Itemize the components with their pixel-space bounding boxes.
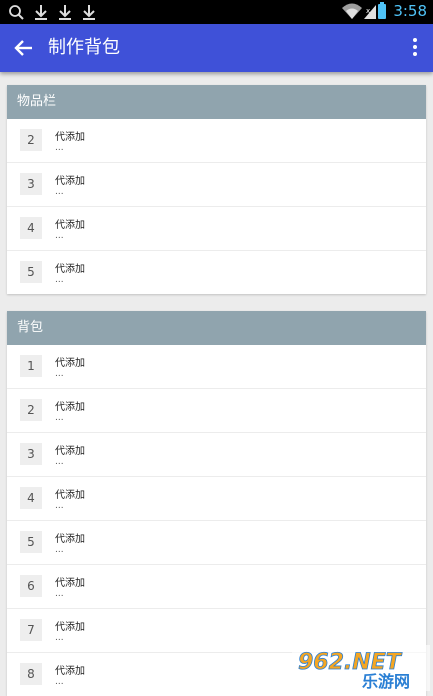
arrow-left-icon[interactable]: [12, 36, 36, 60]
notification-icons: [6, 3, 102, 21]
section-header: 背包: [7, 311, 426, 345]
item-name: 代添加: [55, 666, 85, 677]
list-item[interactable]: 3 代添加 ...: [7, 163, 426, 207]
backpack-card: 背包 1 代添加 ... 2 代添加 ... 3 代添加 ... 4 代添加 .…: [7, 311, 426, 696]
item-name: 代添加: [55, 490, 85, 501]
item-subtitle: ...: [55, 413, 64, 423]
item-name: 代添加: [55, 220, 85, 231]
item-name: 代添加: [55, 402, 85, 413]
item-subtitle: ...: [55, 501, 64, 511]
app-bar: 制作背包: [0, 24, 433, 72]
item-subtitle: ...: [55, 457, 64, 467]
item-name: 代添加: [55, 176, 85, 187]
watermark-logo-icon: 962.NET 乐游网: [298, 650, 410, 691]
clock-text: 3:58: [393, 2, 427, 20]
signal-icon: x: [364, 5, 377, 19]
item-subtitle: ...: [55, 143, 64, 153]
item-subtitle: ...: [55, 231, 64, 241]
slot-number: 8: [20, 663, 42, 685]
list-item[interactable]: 2 代添加 ...: [7, 119, 426, 163]
slot-number: 7: [20, 619, 42, 641]
slot-number: 2: [20, 129, 42, 151]
list-item[interactable]: 4 代添加 ...: [7, 207, 426, 251]
item-subtitle: ...: [55, 589, 64, 599]
list-item[interactable]: 2 代添加 ...: [7, 389, 426, 433]
item-name: 代添加: [55, 534, 85, 545]
item-subtitle: ...: [55, 677, 64, 687]
slot-number: 6: [20, 575, 42, 597]
list-item[interactable]: 4 代添加 ...: [7, 477, 426, 521]
item-subtitle: ...: [55, 187, 64, 197]
list-item[interactable]: 6 代添加 ...: [7, 565, 426, 609]
status-bar: x 3:58: [0, 0, 433, 24]
item-subtitle: ...: [55, 633, 64, 643]
item-name: 代添加: [55, 358, 85, 369]
item-name: 代添加: [55, 622, 85, 633]
page-title: 制作背包: [48, 37, 120, 58]
list-item[interactable]: 3 代添加 ...: [7, 433, 426, 477]
item-subtitle: ...: [55, 545, 64, 555]
more-vert-icon[interactable]: [411, 38, 419, 58]
wifi-icon: [342, 3, 363, 19]
watermark-line2: 乐游网: [362, 672, 410, 691]
slot-number: 3: [20, 443, 42, 465]
item-name: 代添加: [55, 132, 85, 143]
list-item[interactable]: 5 代添加 ...: [7, 251, 426, 294]
item-subtitle: ...: [55, 369, 64, 379]
system-icons: x 3:58: [341, 2, 427, 20]
list-item[interactable]: 1 代添加 ...: [7, 345, 426, 389]
slot-number: 2: [20, 399, 42, 421]
section-header: 物品栏: [7, 85, 426, 119]
item-subtitle: ...: [55, 275, 64, 285]
slot-number: 3: [20, 173, 42, 195]
list-item[interactable]: 5 代添加 ...: [7, 521, 426, 565]
download-icon: [59, 5, 71, 20]
battery-icon: [378, 2, 387, 19]
hotbar-card: 物品栏 2 代添加 ... 3 代添加 ... 4 代添加 ... 5 代添加 …: [7, 85, 426, 294]
slot-number: 4: [20, 217, 42, 239]
download-icon: [83, 5, 95, 20]
slot-number: 5: [20, 531, 42, 553]
item-name: 代添加: [55, 578, 85, 589]
slot-number: 4: [20, 487, 42, 509]
svg-text:x: x: [366, 7, 370, 15]
slot-number: 1: [20, 355, 42, 377]
slot-number: 5: [20, 261, 42, 283]
search-icon: [9, 5, 24, 20]
item-name: 代添加: [55, 264, 85, 275]
download-icon: [35, 5, 47, 20]
watermark-logo: 962.NET 乐游网: [292, 645, 430, 691]
item-name: 代添加: [55, 446, 85, 457]
